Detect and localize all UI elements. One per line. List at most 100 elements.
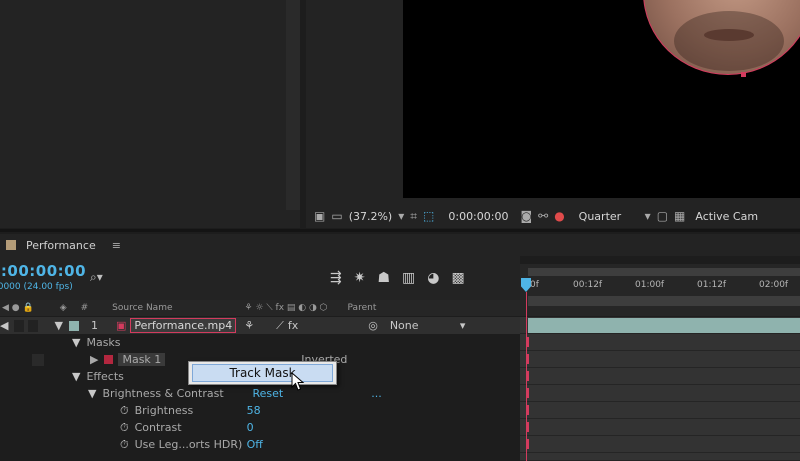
layer-row[interactable]: ◀ ▼ 1 ▣ Performance.mp4 ⚘ ⟋ fx ◎ None ▾ bbox=[0, 317, 520, 334]
context-menu: Track Mask bbox=[188, 361, 337, 385]
panel-divider bbox=[0, 229, 800, 232]
layer-duration-bar[interactable] bbox=[528, 318, 800, 333]
mask-name[interactable]: Mask 1 bbox=[118, 353, 166, 366]
audio-video-switch-icons: ◀ ● 🔒 bbox=[2, 303, 34, 313]
mask-track bbox=[520, 351, 800, 368]
masks-group-row[interactable]: ▼ Masks bbox=[0, 334, 520, 351]
property-row[interactable]: ⏱ Use Leg...orts HDR) Off bbox=[0, 436, 520, 453]
active-camera-select[interactable]: Active Cam bbox=[695, 210, 758, 223]
tick-label: 00:12f bbox=[573, 280, 603, 290]
color-channels-icon[interactable]: ● bbox=[554, 209, 564, 223]
comp-color-swatch bbox=[6, 240, 16, 250]
property-value[interactable]: 58 bbox=[247, 404, 261, 417]
stopwatch-icon[interactable]: ⏱ bbox=[120, 404, 129, 418]
property-track bbox=[520, 436, 800, 453]
parent-select[interactable]: None bbox=[390, 319, 460, 332]
current-time-display[interactable]: 0:00:00:00 bbox=[0, 262, 86, 280]
tick-label: 02:00f bbox=[759, 280, 789, 290]
frame-blending-icon[interactable]: ▥ bbox=[402, 270, 415, 286]
video-frame-face bbox=[643, 0, 800, 75]
label-tag-icon: ◈ bbox=[59, 303, 67, 313]
fps-readout: 00000 (24.00 fps) bbox=[0, 282, 73, 292]
effect-track bbox=[520, 385, 800, 402]
draft-3d-icon[interactable]: ✷ bbox=[354, 270, 366, 286]
mask-color-swatch[interactable] bbox=[104, 355, 114, 364]
composition-mini-flowchart-icon[interactable]: ⇶ bbox=[330, 270, 342, 286]
parent-pickwhip-icon[interactable]: ◎ bbox=[368, 319, 378, 332]
monitor-icon[interactable]: ▭ bbox=[331, 209, 342, 223]
menu-item-track-mask[interactable]: Track Mask bbox=[192, 364, 333, 382]
keyframe-marker[interactable] bbox=[526, 422, 529, 432]
column-number: # bbox=[80, 303, 89, 313]
expand-arrow-icon[interactable]: ▼ bbox=[54, 319, 62, 332]
property-track bbox=[520, 419, 800, 436]
effect-name[interactable]: Brightness & Contrast bbox=[102, 387, 242, 400]
keyframe-marker[interactable] bbox=[526, 371, 529, 381]
work-area-bar[interactable] bbox=[528, 268, 800, 276]
effects-label: Effects bbox=[86, 370, 124, 383]
always-preview-icon[interactable]: ▣ bbox=[314, 209, 325, 223]
tick-label: 01:00f bbox=[635, 280, 665, 290]
beard-shade bbox=[674, 11, 784, 71]
panel-menu-icon[interactable]: ≡ bbox=[112, 239, 121, 252]
project-scrollbar[interactable] bbox=[286, 0, 300, 210]
zoom-level[interactable]: (37.2%) bbox=[349, 210, 393, 223]
timeline-tab-bar: Performance ≡ bbox=[0, 234, 800, 256]
grid-icon[interactable]: ⌗ bbox=[410, 209, 417, 224]
transparency-grid-icon[interactable]: ▦ bbox=[674, 209, 685, 223]
quality-switch-icon[interactable]: ⟋ bbox=[276, 319, 284, 333]
column-parent[interactable]: Parent bbox=[348, 303, 377, 313]
property-row[interactable]: ⏱ Contrast 0 bbox=[0, 419, 520, 436]
graph-editor-icon[interactable]: ▩ bbox=[451, 270, 464, 286]
viewer-timecode[interactable]: 0:00:00:00 bbox=[448, 210, 508, 223]
keyframe-marker[interactable] bbox=[526, 405, 529, 415]
column-source-name[interactable]: Source Name bbox=[112, 303, 172, 313]
chevron-down-icon[interactable]: ▾ bbox=[460, 319, 466, 332]
stopwatch-icon[interactable]: ⏱ bbox=[120, 421, 129, 435]
property-value[interactable]: 0 bbox=[247, 421, 254, 434]
layer-name[interactable]: Performance.mp4 bbox=[130, 318, 237, 333]
resolution-select[interactable]: Quarter bbox=[579, 210, 639, 223]
keyframe-marker[interactable] bbox=[526, 439, 529, 449]
fx-switch-icon[interactable]: fx bbox=[288, 319, 298, 332]
layer-number: 1 bbox=[90, 319, 98, 332]
chevron-down-icon[interactable]: ▾ bbox=[645, 209, 651, 223]
keyframe-marker[interactable] bbox=[526, 354, 529, 364]
motion-blur-icon[interactable]: ◕ bbox=[427, 270, 439, 286]
camera-snapshot-icon[interactable]: ◙ bbox=[520, 209, 532, 223]
property-name: Use Leg...orts HDR) bbox=[134, 438, 243, 451]
time-navigator[interactable] bbox=[528, 296, 800, 306]
mask-visibility-icon[interactable]: ⬚ bbox=[423, 209, 434, 223]
effect-options-link[interactable]: ... bbox=[371, 387, 382, 400]
effect-row[interactable]: ▼ Brightness & Contrast Reset ... bbox=[0, 385, 520, 402]
show-snapshot-icon[interactable]: ⚯ bbox=[538, 209, 548, 223]
audio-toggle-icon[interactable]: ◀ bbox=[0, 319, 8, 332]
tab-performance[interactable]: Performance bbox=[26, 239, 96, 252]
expand-arrow-icon[interactable]: ▼ bbox=[88, 387, 96, 400]
lock-box[interactable] bbox=[28, 319, 39, 332]
collapse-arrow-icon[interactable]: ▶ bbox=[90, 353, 98, 366]
mask-video-box[interactable] bbox=[32, 353, 44, 366]
layer-type-icon: ▣ bbox=[115, 319, 127, 332]
keyframe-marker[interactable] bbox=[526, 337, 529, 347]
shy-layers-icon[interactable]: ☗ bbox=[377, 270, 390, 286]
region-of-interest-icon[interactable]: ▢ bbox=[657, 209, 668, 223]
effects-track bbox=[520, 368, 800, 385]
search-input[interactable]: ⌕▾ bbox=[90, 270, 103, 285]
mouth-shape bbox=[704, 29, 754, 41]
expand-arrow-icon[interactable]: ▼ bbox=[72, 336, 80, 349]
property-value[interactable]: Off bbox=[247, 438, 263, 451]
keyframe-marker[interactable] bbox=[526, 388, 529, 398]
shy-switch-icon[interactable]: ⚘ bbox=[244, 319, 254, 332]
layer-label-color[interactable] bbox=[68, 320, 79, 331]
solo-box[interactable] bbox=[14, 319, 25, 332]
property-row[interactable]: ⏱ Brightness 58 bbox=[0, 402, 520, 419]
mask-vertex-handle[interactable] bbox=[741, 72, 746, 77]
tick-label: 01:12f bbox=[697, 280, 727, 290]
stopwatch-icon[interactable]: ⏱ bbox=[120, 438, 129, 452]
expand-arrow-icon[interactable]: ▼ bbox=[72, 370, 80, 383]
chevron-down-icon[interactable]: ▾ bbox=[398, 209, 404, 223]
composition-viewer[interactable] bbox=[403, 0, 800, 198]
property-name: Contrast bbox=[134, 421, 182, 434]
reset-link[interactable]: Reset bbox=[252, 387, 283, 400]
